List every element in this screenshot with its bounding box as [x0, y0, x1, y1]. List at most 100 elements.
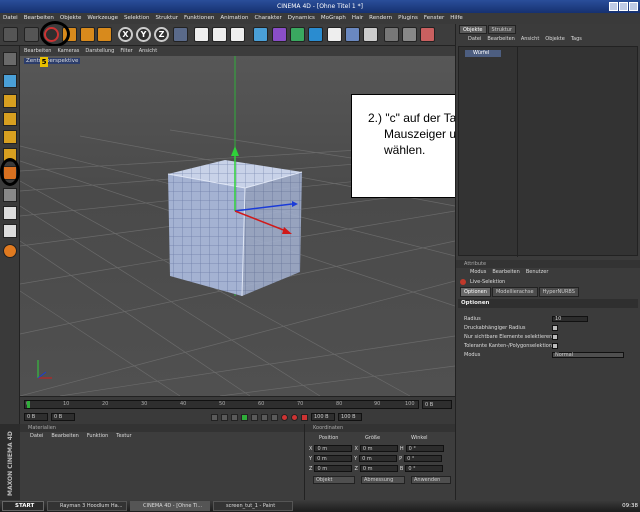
object-axis-icon[interactable]	[3, 94, 17, 108]
use-model-tool-icon[interactable]	[3, 74, 17, 88]
task-paint[interactable]: screen_tut_1 - Paint	[213, 501, 293, 511]
render-picture-icon[interactable]	[212, 27, 227, 42]
timeline-ruler[interactable]: 0 10 20 30 40 50 60 70 80 90 100	[24, 400, 419, 409]
goto-end-icon[interactable]	[271, 413, 278, 421]
tab-optionen[interactable]: Optionen	[460, 287, 491, 297]
next-frame-icon[interactable]	[251, 413, 258, 421]
current-frame-field[interactable]: 0 B	[422, 400, 452, 409]
next-key-icon[interactable]	[261, 413, 268, 421]
maximize-button[interactable]	[619, 2, 628, 11]
scene-icon[interactable]	[384, 27, 399, 42]
environment-icon[interactable]	[327, 27, 342, 42]
play-icon[interactable]	[241, 413, 248, 421]
materials-menu-bearbeiten[interactable]: Bearbeiten	[51, 432, 78, 441]
pressure-radius-checkbox[interactable]	[552, 325, 558, 331]
task-cinema4d[interactable]: CINEMA 4D - [Ohne Ti...	[130, 501, 210, 511]
z-axis-lock-icon[interactable]: Z	[154, 27, 169, 42]
undo-icon[interactable]	[3, 27, 18, 42]
checker-icon[interactable]	[3, 206, 17, 220]
prev-frame-icon[interactable]	[231, 413, 238, 421]
materials-menu-datei[interactable]: Datei	[30, 432, 43, 441]
preview-end-field[interactable]: 100 B	[311, 413, 335, 421]
start-frame-field[interactable]: 0 B	[24, 413, 48, 421]
viewport-menu-bearbeiten[interactable]: Bearbeiten	[24, 46, 51, 56]
coordinate-system-icon[interactable]	[173, 27, 188, 42]
edges-tool-icon[interactable]	[3, 130, 17, 144]
apply-button[interactable]: Anwenden	[411, 476, 451, 484]
tab-hypernurbs[interactable]: HyperNURBS	[538, 287, 579, 297]
key-selection-icon[interactable]	[301, 413, 308, 421]
task-rayman[interactable]: Rayman 3 Hoodlum Ha...	[47, 501, 127, 511]
tab-modellierachse[interactable]: Modellierachse	[491, 287, 538, 297]
tab-struktur[interactable]: Struktur	[487, 25, 516, 34]
rotate-icon[interactable]	[97, 27, 112, 42]
coord-mode-size-dropdown[interactable]: Abmessung	[361, 476, 405, 484]
start-button[interactable]: START	[2, 501, 44, 511]
menu-rendern[interactable]: Rendern	[369, 13, 392, 24]
close-button[interactable]	[629, 2, 638, 11]
angle-p-field[interactable]: 0 °	[404, 455, 443, 462]
menu-plugins[interactable]: Plugins	[398, 13, 418, 24]
attr-menu-bearbeiten[interactable]: Bearbeiten	[492, 268, 519, 277]
live-selection-icon[interactable]	[24, 27, 39, 42]
attr-menu-benutzer[interactable]: Benutzer	[526, 268, 549, 277]
menu-fenster[interactable]: Fenster	[424, 13, 444, 24]
obj-menu-datei[interactable]: Datei	[468, 34, 481, 44]
texture-tool-icon[interactable]	[3, 188, 17, 202]
scale-icon[interactable]	[80, 27, 95, 42]
make-editable-icon[interactable]	[3, 52, 17, 66]
viewport-menu-kameras[interactable]: Kameras	[57, 46, 79, 56]
menu-datei[interactable]: Datei	[3, 13, 18, 24]
position-x-field[interactable]: 0 m	[314, 445, 353, 452]
object-list[interactable]: Würfel	[458, 46, 638, 257]
obj-menu-bearbeiten[interactable]: Bearbeiten	[487, 34, 514, 44]
angle-h-field[interactable]: 0 °	[405, 445, 444, 452]
display-icon[interactable]	[402, 27, 417, 42]
goto-start-icon[interactable]	[211, 413, 218, 421]
viewport-menu-ansicht[interactable]: Ansicht	[139, 46, 157, 56]
menu-selektion[interactable]: Selektion	[124, 13, 150, 24]
camera-icon[interactable]	[345, 27, 360, 42]
cube-icon[interactable]	[253, 27, 268, 42]
menu-animation[interactable]: Animation	[220, 13, 248, 24]
materials-menu-textur[interactable]: Textur	[116, 432, 131, 441]
minimize-button[interactable]	[609, 2, 618, 11]
menu-werkzeuge[interactable]: Werkzeuge	[87, 13, 118, 24]
radius-field[interactable]: 10	[552, 316, 588, 322]
position-y-field[interactable]: 0 m	[314, 455, 353, 462]
menu-mograph[interactable]: MoGraph	[321, 13, 346, 24]
playhead[interactable]	[27, 401, 30, 408]
obj-menu-objekte[interactable]: Objekte	[545, 34, 565, 44]
obj-menu-tags[interactable]: Tags	[571, 34, 582, 44]
menu-struktur[interactable]: Struktur	[155, 13, 177, 24]
size-x-field[interactable]: 0 m	[359, 445, 398, 452]
viewport-menu-filter[interactable]: Filter	[120, 46, 132, 56]
visible-only-checkbox[interactable]	[552, 334, 558, 340]
render-settings-icon[interactable]	[230, 27, 245, 42]
size-z-field[interactable]: 0 m	[359, 465, 398, 472]
attr-menu-modus[interactable]: Modus	[470, 268, 486, 277]
animation-icon[interactable]	[3, 244, 17, 258]
auto-key-icon[interactable]	[291, 413, 298, 421]
x-axis-lock-icon[interactable]: X	[118, 27, 133, 42]
position-z-field[interactable]: 0 m	[314, 465, 353, 472]
array-icon[interactable]	[308, 27, 323, 42]
end-frame-field[interactable]: 100 B	[338, 413, 362, 421]
grid-snap-icon[interactable]	[3, 224, 17, 238]
menu-funktionen[interactable]: Funktionen	[184, 13, 214, 24]
object-item-wuerfel[interactable]: Würfel	[465, 50, 501, 57]
obj-menu-ansicht[interactable]: Ansicht	[521, 34, 539, 44]
nurbs-icon[interactable]	[272, 27, 287, 42]
light-icon[interactable]	[420, 27, 435, 42]
materials-menu-funktion[interactable]: Funktion	[87, 432, 108, 441]
particles-icon[interactable]	[363, 27, 378, 42]
angle-b-field[interactable]: 0 °	[405, 465, 444, 472]
mode-dropdown[interactable]: Normal	[552, 352, 624, 358]
coord-mode-object-dropdown[interactable]: Objekt	[313, 476, 355, 484]
points-tool-icon[interactable]	[3, 112, 17, 126]
render-view-icon[interactable]	[194, 27, 209, 42]
y-axis-lock-icon[interactable]: Y	[136, 27, 151, 42]
size-y-field[interactable]: 0 m	[359, 455, 398, 462]
prev-key-icon[interactable]	[221, 413, 228, 421]
tab-objekte[interactable]: Objekte	[459, 25, 487, 34]
